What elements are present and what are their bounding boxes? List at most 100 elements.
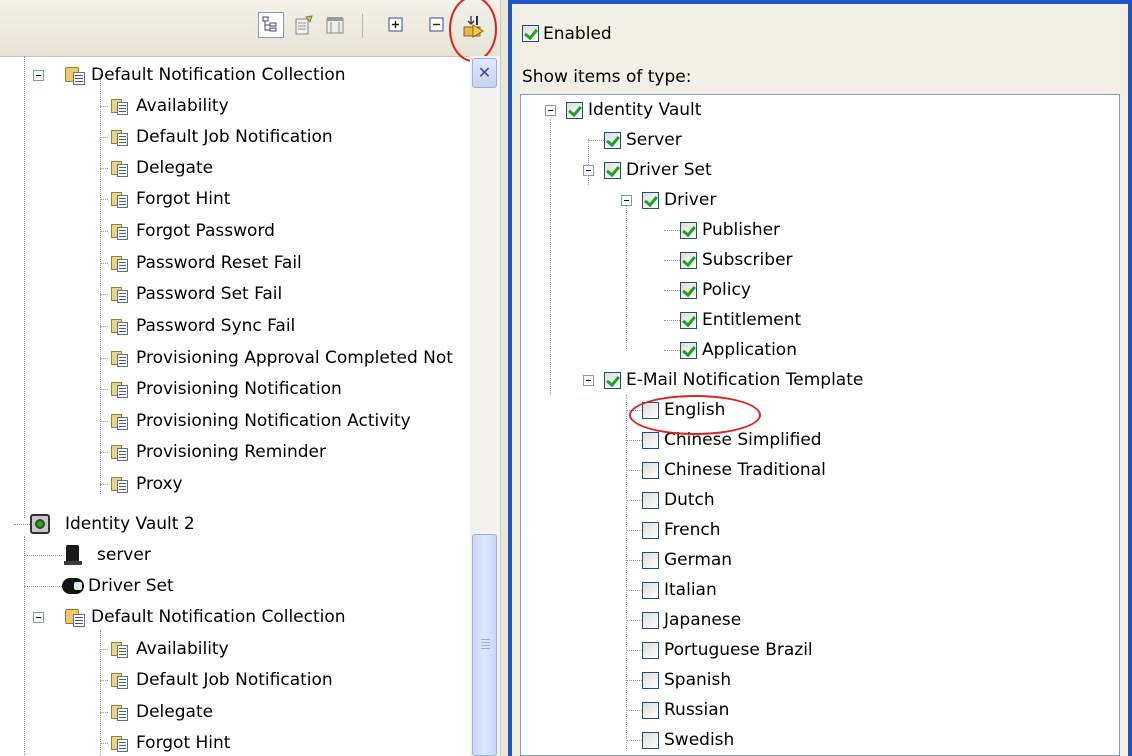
type-item-label: Policy (702, 280, 751, 300)
type-item-portuguese-brazil[interactable]: Portuguese Brazil (521, 635, 1111, 665)
navigator-tree[interactable]: Default Notification Collection Availabi… (0, 56, 470, 756)
type-item-english[interactable]: English (521, 395, 1111, 425)
type-item-policy[interactable]: Policy (521, 275, 1111, 305)
tree-item-forgot-hint-2[interactable]: Forgot Hint (0, 728, 470, 756)
german-checkbox[interactable] (642, 552, 659, 569)
active-border-right (1128, 0, 1132, 756)
email-notification-template-checkbox[interactable] (604, 372, 621, 389)
tree-item-password-reset-fail[interactable]: Password Reset Fail (0, 248, 470, 278)
tree-item-default-notification-collection[interactable]: Default Notification Collection (0, 60, 470, 90)
type-item-italian[interactable]: Italian (521, 575, 1111, 605)
type-item-russian[interactable]: Russian (521, 695, 1111, 725)
identity-vault-checkbox[interactable] (566, 102, 583, 119)
type-item-identity-vault[interactable]: Identity Vault (521, 95, 1111, 125)
tree-item-provisioning-notification-activity[interactable]: Provisioning Notification Activity (0, 406, 470, 436)
tree-item-forgot-hint[interactable]: Forgot Hint (0, 184, 470, 214)
publisher-checkbox[interactable] (680, 222, 697, 239)
type-item-chinese-traditional[interactable]: Chinese Traditional (521, 455, 1111, 485)
outline-view-icon[interactable] (291, 12, 317, 38)
italian-checkbox[interactable] (642, 582, 659, 599)
tree-item-provisioning-reminder[interactable]: Provisioning Reminder (0, 437, 470, 467)
item-type-tree[interactable]: Identity Vault Server Driver Set Driver … (520, 94, 1120, 756)
collapse-all-icon[interactable] (424, 12, 450, 38)
notification-template-icon (108, 732, 130, 754)
tree-item-identity-vault-2[interactable]: Identity Vault 2 (0, 509, 470, 539)
driver-set-checkbox[interactable] (604, 162, 621, 179)
tree-item-label: Availability (136, 639, 229, 659)
tree-view-icon[interactable] (258, 12, 284, 38)
type-item-driver-set[interactable]: Driver Set (521, 155, 1111, 185)
type-item-german[interactable]: German (521, 545, 1111, 575)
russian-checkbox[interactable] (642, 702, 659, 719)
type-item-label: Spanish (664, 670, 732, 690)
tree-item-default-notification-collection-2[interactable]: Default Notification Collection (0, 602, 470, 632)
tree-item-label: Password Reset Fail (136, 253, 302, 273)
identity-vault-icon (29, 513, 51, 535)
collapse-toggle-icon[interactable] (33, 70, 44, 81)
type-item-publisher[interactable]: Publisher (521, 215, 1111, 245)
chinese-simplified-checkbox[interactable] (642, 432, 659, 449)
type-item-email-notification-template[interactable]: E-Mail Notification Template (521, 365, 1111, 395)
subscriber-checkbox[interactable] (680, 252, 697, 269)
japanese-checkbox[interactable] (642, 612, 659, 629)
notification-template-icon (108, 441, 130, 463)
type-item-spanish[interactable]: Spanish (521, 665, 1111, 695)
server-checkbox[interactable] (604, 132, 621, 149)
tree-item-label: server (97, 545, 151, 565)
type-item-application[interactable]: Application (521, 335, 1111, 365)
policy-checkbox[interactable] (680, 282, 697, 299)
type-item-dutch[interactable]: Dutch (521, 485, 1111, 515)
tree-item-delegate[interactable]: Delegate (0, 153, 470, 183)
collapse-toggle-icon[interactable] (545, 105, 556, 116)
tree-item-forgot-password[interactable]: Forgot Password (0, 216, 470, 246)
tree-item-availability[interactable]: Availability (0, 91, 470, 121)
notification-template-icon (108, 252, 130, 274)
tree-item-label: Password Set Fail (136, 284, 283, 304)
french-checkbox[interactable] (642, 522, 659, 539)
collapse-toggle-icon[interactable] (33, 612, 44, 623)
entitlement-checkbox[interactable] (680, 312, 697, 329)
dutch-checkbox[interactable] (642, 492, 659, 509)
scrollbar-thumb[interactable] (472, 534, 497, 756)
portuguese-brazil-checkbox[interactable] (642, 642, 659, 659)
tree-item-label: Delegate (136, 158, 214, 178)
application-checkbox[interactable] (680, 342, 697, 359)
notification-collection-icon (64, 64, 86, 86)
tree-item-delegate-2[interactable]: Delegate (0, 697, 470, 727)
pane-divider[interactable] (500, 0, 508, 756)
swedish-checkbox[interactable] (642, 732, 659, 749)
tree-item-proxy[interactable]: Proxy (0, 469, 470, 499)
tree-item-availability-2[interactable]: Availability (0, 634, 470, 664)
spanish-checkbox[interactable] (642, 672, 659, 689)
expand-all-icon[interactable] (383, 12, 409, 38)
enabled-checkbox[interactable] (522, 25, 539, 42)
collapse-toggle-icon[interactable] (583, 165, 594, 176)
tree-item-password-set-fail[interactable]: Password Set Fail (0, 279, 470, 309)
type-item-japanese[interactable]: Japanese (521, 605, 1111, 635)
type-item-server[interactable]: Server (521, 125, 1111, 155)
tree-item-password-sync-fail[interactable]: Password Sync Fail (0, 311, 470, 341)
notification-template-icon (108, 638, 130, 660)
collapse-toggle-icon[interactable] (583, 375, 594, 386)
tree-item-driver-set[interactable]: Driver Set (0, 571, 470, 601)
highlight-circle (449, 0, 497, 62)
type-item-driver[interactable]: Driver (521, 185, 1111, 215)
collapse-toggle-icon[interactable] (621, 195, 632, 206)
type-item-entitlement[interactable]: Entitlement (521, 305, 1111, 335)
tree-item-server[interactable]: server (0, 540, 470, 570)
type-item-swedish[interactable]: Swedish (521, 725, 1111, 755)
type-item-subscriber[interactable]: Subscriber (521, 245, 1111, 275)
scroll-close-icon[interactable]: ✕ (472, 58, 497, 88)
driver-checkbox[interactable] (642, 192, 659, 209)
chinese-traditional-checkbox[interactable] (642, 462, 659, 479)
notification-collection-icon (64, 606, 86, 628)
tree-item-default-job-notification-2[interactable]: Default Job Notification (0, 665, 470, 695)
type-item-label: Entitlement (702, 310, 802, 330)
filter-view-icon[interactable] (322, 12, 348, 38)
tree-item-default-job-notification[interactable]: Default Job Notification (0, 122, 470, 152)
vertical-scrollbar[interactable]: ✕ (470, 56, 500, 756)
tree-item-provisioning-notification[interactable]: Provisioning Notification (0, 374, 470, 404)
type-item-french[interactable]: French (521, 515, 1111, 545)
type-item-chinese-simplified[interactable]: Chinese Simplified (521, 425, 1111, 455)
tree-item-provisioning-approval-completed[interactable]: Provisioning Approval Completed Not (0, 343, 470, 373)
